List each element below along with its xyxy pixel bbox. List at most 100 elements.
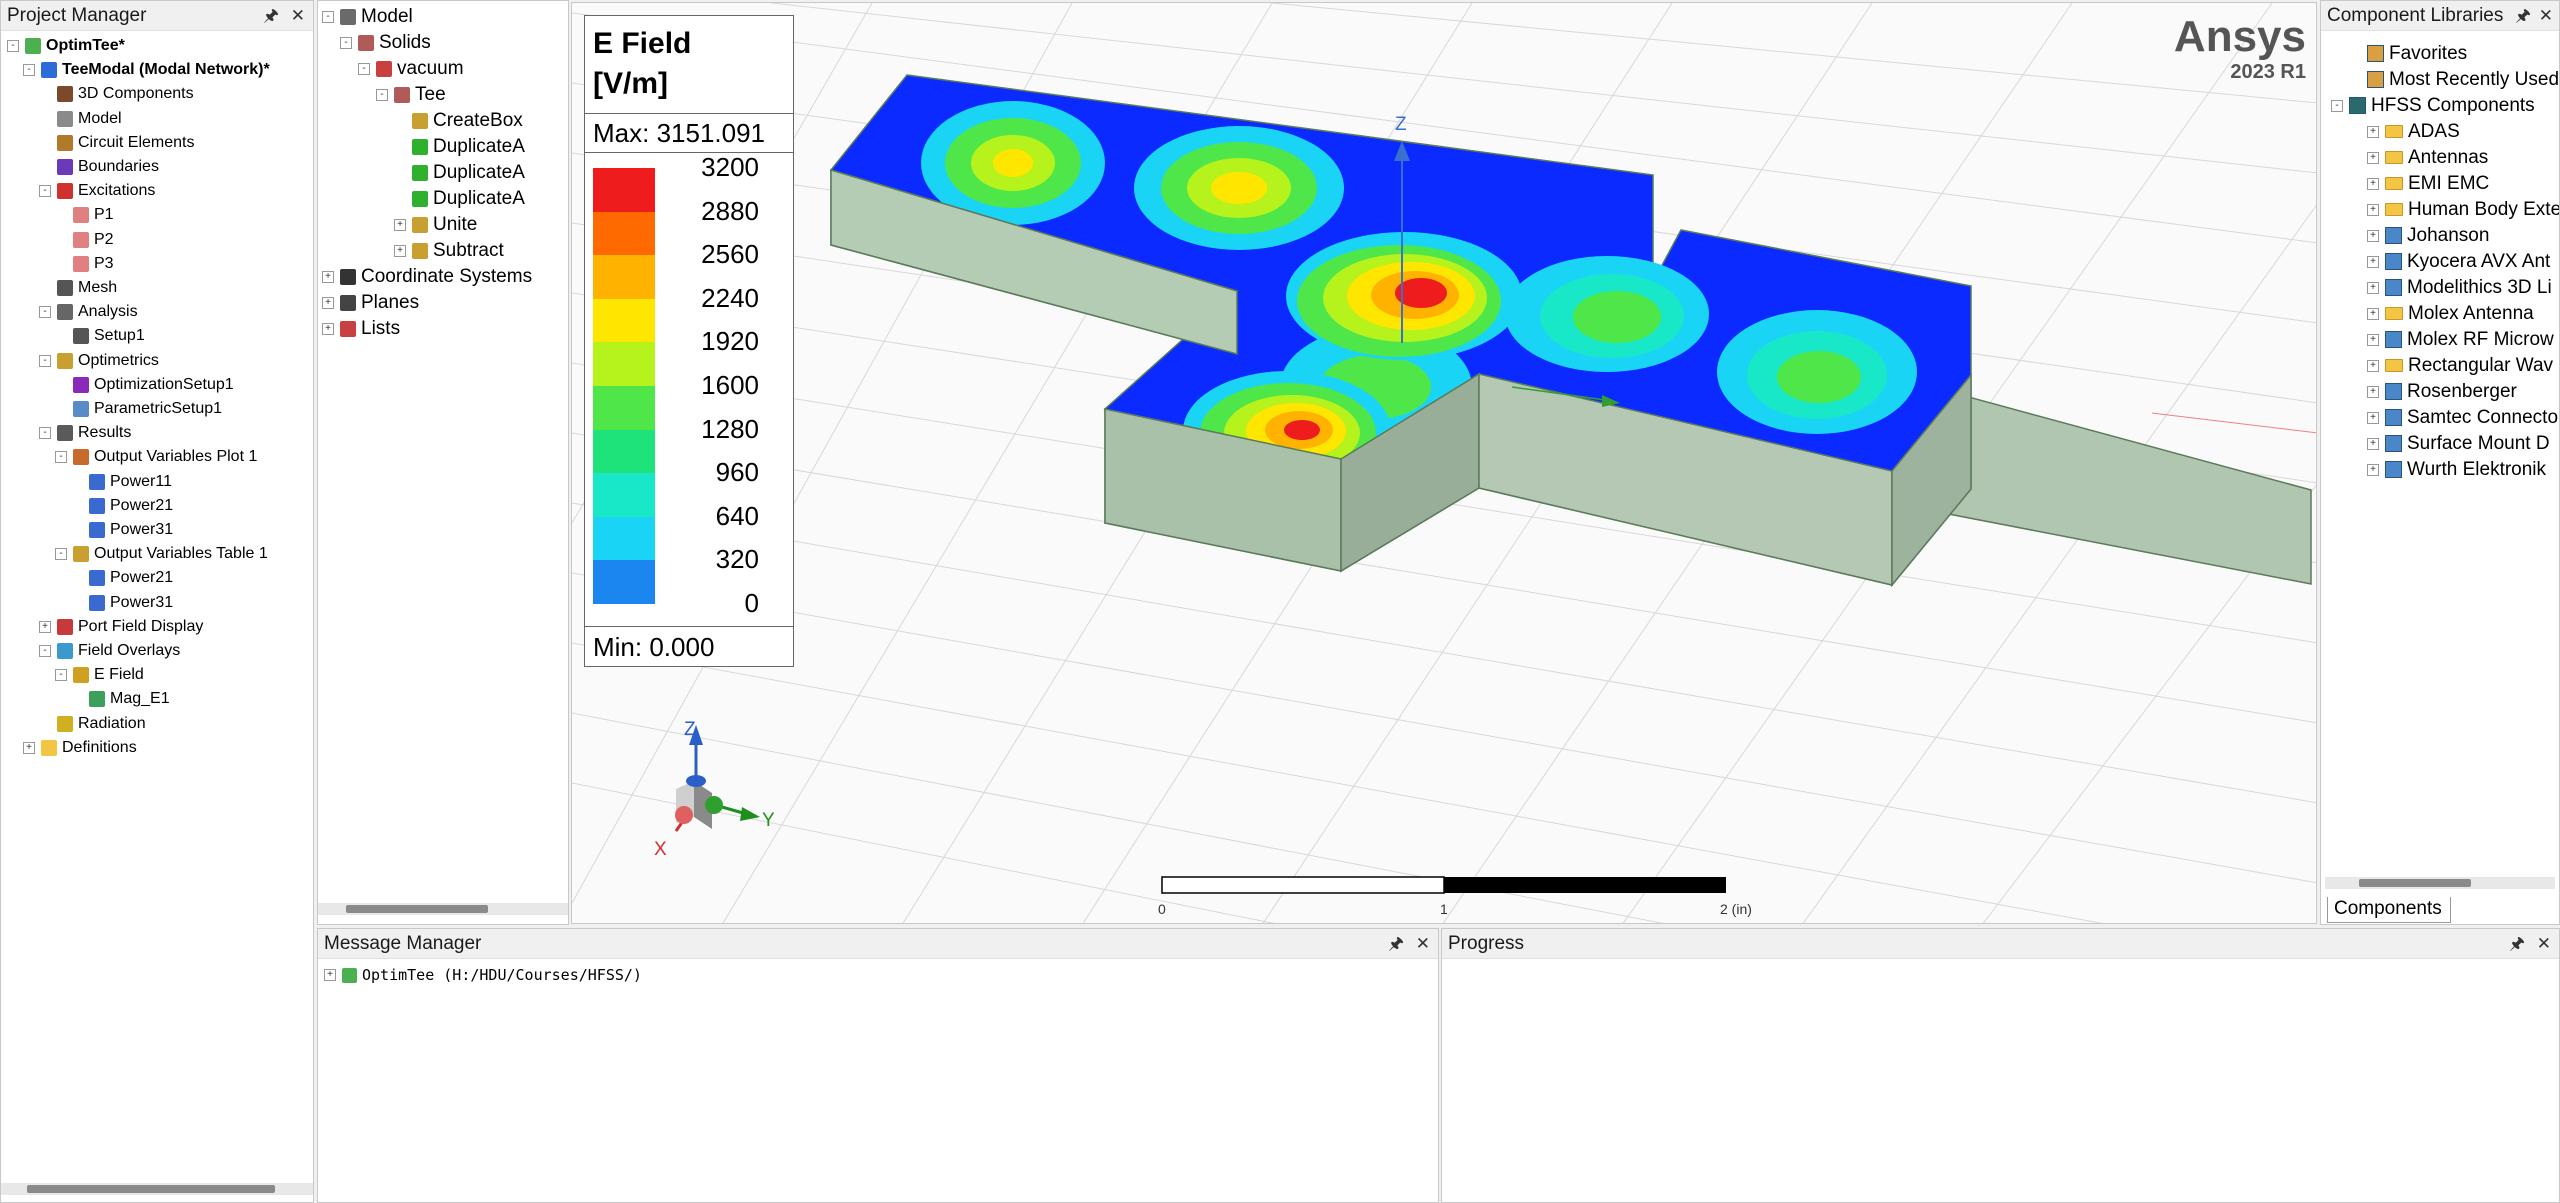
model-tree-item[interactable]: + Unite — [394, 213, 477, 237]
close-icon[interactable]: ✕ — [291, 1, 305, 31]
component-tree-item[interactable]: + Molex Antenna — [2367, 301, 2534, 327]
model-tree-item[interactable]: DuplicateA — [394, 135, 525, 159]
component-scrollbar[interactable] — [2325, 877, 2555, 889]
project-tree-item[interactable]: ParametricSetup1 — [55, 397, 222, 421]
component-tree-item[interactable]: + Rectangular Wav — [2367, 353, 2553, 379]
pin-icon[interactable]: 🖈 — [2515, 1, 2531, 31]
scroll-thumb[interactable] — [27, 1185, 275, 1193]
component-tree-item[interactable]: + EMI EMC — [2367, 171, 2489, 197]
model-tree-item[interactable]: - Model — [322, 5, 413, 29]
project-tree-item[interactable]: Power11 — [71, 470, 172, 494]
project-tree-item[interactable]: - E Field — [55, 663, 144, 687]
expand-icon[interactable]: + — [39, 620, 51, 633]
model-tree-item[interactable]: - vacuum — [358, 57, 464, 81]
model-tree-item[interactable]: + Subtract — [394, 239, 504, 263]
pin-icon[interactable]: 🖈 — [263, 1, 279, 31]
component-tree-item[interactable]: + Samtec Connecto — [2367, 405, 2558, 431]
expand-icon[interactable]: - — [39, 185, 51, 198]
scroll-thumb[interactable] — [2359, 879, 2471, 887]
model-tree-item[interactable]: + Coordinate Systems — [322, 265, 532, 289]
project-tree-item[interactable]: Power21 — [71, 566, 173, 590]
scroll-thumb[interactable] — [346, 905, 488, 913]
project-tree-item[interactable]: OptimizationSetup1 — [55, 373, 234, 397]
project-tree-item[interactable]: Radiation — [39, 712, 146, 736]
expand-icon[interactable]: + — [394, 245, 406, 257]
field-legend[interactable]: E Field [V/m] Max: 3151.091 3200 2880 2560… — [584, 15, 794, 667]
expand-icon[interactable]: + — [2367, 333, 2379, 346]
component-tree-item[interactable]: + Johanson — [2367, 223, 2489, 249]
component-tree-item[interactable]: + Molex RF Microw — [2367, 327, 2554, 353]
expand-icon[interactable]: - — [39, 427, 51, 440]
component-tree-item[interactable]: + Antennas — [2367, 145, 2488, 171]
expand-icon[interactable]: + — [2367, 385, 2379, 398]
project-tree-item[interactable]: - Output Variables Plot 1 — [55, 445, 257, 469]
expand-icon[interactable]: + — [2367, 255, 2379, 268]
expand-icon[interactable]: - — [55, 451, 67, 464]
project-tree-item[interactable]: Setup1 — [55, 324, 145, 348]
expand-icon[interactable]: + — [2367, 307, 2379, 320]
project-tree-item[interactable]: 3D Components — [39, 82, 194, 106]
model-tree-item[interactable]: + Planes — [322, 291, 419, 315]
close-icon[interactable]: ✕ — [1416, 929, 1430, 959]
expand-icon[interactable]: - — [358, 63, 370, 75]
project-tree-item[interactable]: P1 — [55, 203, 114, 227]
expand-icon[interactable]: - — [39, 354, 51, 367]
expand-icon[interactable]: - — [2331, 99, 2343, 112]
project-tree-item[interactable]: + Port Field Display — [39, 615, 203, 639]
expand-icon[interactable]: + — [2367, 437, 2379, 450]
expand-icon[interactable]: + — [2367, 359, 2379, 372]
expand-icon[interactable]: + — [322, 297, 334, 309]
project-tree-item[interactable]: Power31 — [71, 518, 173, 542]
component-tree-item[interactable]: Favorites — [2349, 41, 2467, 67]
component-tree-item[interactable]: + Kyocera AVX Ant — [2367, 249, 2550, 275]
expand-icon[interactable]: - — [23, 64, 35, 77]
model-tree-item[interactable]: DuplicateA — [394, 161, 525, 185]
project-tree-item[interactable]: P2 — [55, 228, 114, 252]
project-tree-item[interactable]: - OptimTee* — [7, 34, 125, 58]
component-tree-item[interactable]: + Wurth Elektronik — [2367, 457, 2546, 483]
expand-icon[interactable]: + — [23, 741, 35, 754]
expand-icon[interactable]: - — [7, 40, 19, 52]
component-tree-item[interactable]: + ADAS — [2367, 119, 2460, 145]
expand-icon[interactable]: - — [376, 89, 388, 101]
expand-icon[interactable]: - — [322, 11, 334, 23]
component-tree-item[interactable]: Most Recently Used — [2349, 67, 2559, 93]
message-entry[interactable]: + OptimTee (H:/HDU/Courses/HFSS/) — [324, 963, 642, 987]
3d-viewport[interactable]: Z 0 1 2 (in) Z Y X E Field [V/m] Max: 31… — [571, 2, 2317, 924]
expand-icon[interactable]: + — [2367, 463, 2379, 476]
project-tree-item[interactable]: - Optimetrics — [39, 349, 159, 373]
project-tree-item[interactable]: Circuit Elements — [39, 131, 194, 155]
project-tree-item[interactable]: + Definitions — [23, 736, 137, 760]
pin-icon[interactable]: 🖈 — [2509, 929, 2525, 959]
project-tree-item[interactable]: - Results — [39, 421, 131, 445]
component-tree-item[interactable]: + Human Body Exte — [2367, 197, 2559, 223]
model-tree-item[interactable]: + Lists — [322, 317, 400, 341]
viewport-scene[interactable]: Z 0 1 2 (in) Z Y X — [572, 3, 2317, 924]
expand-icon[interactable]: + — [394, 219, 406, 231]
expand-icon[interactable]: + — [2367, 151, 2379, 164]
components-tab[interactable]: Components — [2327, 897, 2451, 923]
expand-icon[interactable]: - — [39, 306, 51, 319]
project-tree-item[interactable]: Boundaries — [39, 155, 159, 179]
expand-icon[interactable]: - — [39, 645, 51, 657]
expand-icon[interactable]: + — [324, 969, 336, 981]
project-tree-item[interactable]: - TeeModal (Modal Network)* — [23, 58, 270, 82]
expand-icon[interactable]: + — [322, 323, 334, 335]
project-tree-item[interactable]: - Analysis — [39, 300, 138, 324]
project-tree-item[interactable]: - Field Overlays — [39, 639, 180, 663]
expand-icon[interactable]: - — [55, 548, 67, 561]
model-tree-item[interactable]: - Tee — [376, 83, 446, 107]
project-tree-item[interactable]: P3 — [55, 252, 114, 276]
expand-icon[interactable]: + — [2367, 281, 2379, 294]
expand-icon[interactable]: + — [2367, 125, 2379, 138]
project-tree-item[interactable]: Model — [39, 107, 122, 131]
model-tree-scrollbar[interactable] — [318, 903, 568, 915]
expand-icon[interactable]: + — [2367, 411, 2379, 424]
component-tree-item[interactable]: + Modelithics 3D Li — [2367, 275, 2552, 301]
project-tree-item[interactable]: Mesh — [39, 276, 117, 300]
close-icon[interactable]: ✕ — [2539, 1, 2553, 31]
expand-icon[interactable]: + — [2367, 229, 2379, 242]
expand-icon[interactable]: - — [55, 669, 67, 682]
model-tree-item[interactable]: CreateBox — [394, 109, 523, 133]
component-tree-item[interactable]: - HFSS Components — [2331, 93, 2535, 119]
